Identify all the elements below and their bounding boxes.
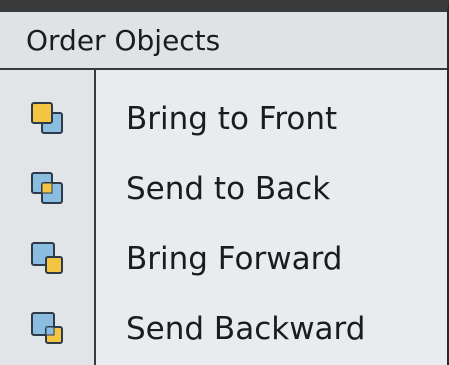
menu-item-label: Send Backward [126, 311, 366, 347]
menu-title: Order Objects [0, 12, 447, 70]
bring-forward-menu-item[interactable]: Bring Forward [0, 224, 447, 294]
bring-to-front-menu-item[interactable]: Bring to Front [0, 84, 447, 154]
send-to-back-icon [0, 169, 96, 209]
menu-item-label: Send to Back [126, 171, 331, 207]
menu-item-label: Bring to Front [126, 101, 338, 137]
order-objects-menu: Order Objects Bring to Front Send to Bac… [0, 0, 449, 365]
send-backward-icon [0, 309, 96, 349]
bring-to-front-icon [0, 99, 96, 139]
send-to-back-menu-item[interactable]: Send to Back [0, 154, 447, 224]
send-backward-menu-item[interactable]: Send Backward [0, 294, 447, 364]
menu-item-label: Bring Forward [126, 241, 343, 277]
bring-forward-icon [0, 239, 96, 279]
menu-body: Bring to Front Send to Back Bring Forwar… [0, 70, 447, 365]
